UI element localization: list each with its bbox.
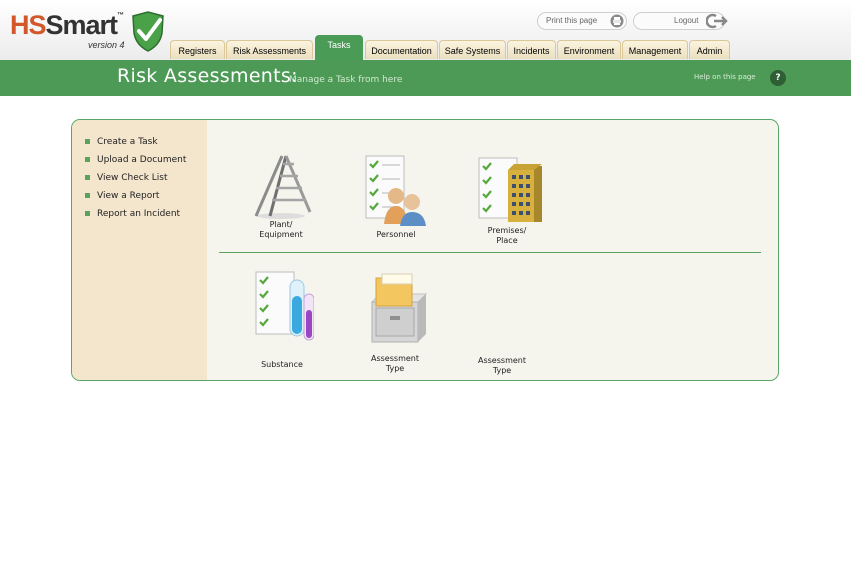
help-link[interactable]: Help on this page <box>694 73 756 81</box>
plant-equipment-item[interactable]: Plant/ Equipment <box>250 154 312 240</box>
file-cabinet-icon <box>370 273 428 343</box>
task-sidebar: Create a Task Upload a Document View Che… <box>72 120 207 380</box>
tab-risk-assessments[interactable]: Risk Assessments <box>226 40 313 59</box>
bullet-icon <box>85 157 90 162</box>
sidebar-item-view-report[interactable]: View a Report <box>85 189 186 207</box>
task-panel: Create a Task Upload a Document View Che… <box>71 119 779 381</box>
people-checklist-icon <box>365 155 426 226</box>
logout-icon <box>706 13 728 29</box>
assessment-type-item-2[interactable]: Assessment Type <box>472 356 532 376</box>
tab-management[interactable]: Management <box>622 40 688 59</box>
building-checklist-icon <box>478 157 542 222</box>
personnel-item[interactable]: Personnel <box>362 154 430 240</box>
sidebar-item-create-task[interactable]: Create a Task <box>85 135 186 153</box>
premises-place-item[interactable]: Premises/ Place <box>472 156 542 246</box>
logout-button[interactable]: Logout <box>633 12 728 30</box>
bullet-icon <box>85 175 90 180</box>
tab-safe-systems[interactable]: Safe Systems <box>439 40 506 59</box>
section-divider <box>219 252 761 253</box>
shield-check-icon <box>132 11 164 52</box>
page-title: Risk Assessments: <box>117 65 298 87</box>
tab-tasks[interactable]: Tasks <box>315 35 363 60</box>
app-header: HSSmart™ version 4 Print this page Logou… <box>0 0 851 60</box>
sidebar-item-report-incident[interactable]: Report an Incident <box>85 207 186 225</box>
bullet-icon <box>85 139 90 144</box>
tab-documentation[interactable]: Documentation <box>365 40 438 59</box>
tab-environment[interactable]: Environment <box>557 40 621 59</box>
bullet-icon <box>85 211 90 216</box>
print-page-button[interactable]: Print this page <box>537 12 627 30</box>
tab-registers[interactable]: Registers <box>170 40 225 59</box>
ladder-icon <box>254 155 312 219</box>
hssmart-logo: HSSmart™ <box>10 10 124 40</box>
substance-item[interactable]: Substance <box>250 270 314 370</box>
tab-incidents[interactable]: Incidents <box>507 40 556 59</box>
page-subtitle: Manage a Task from here <box>289 75 403 85</box>
logo-version: version 4 <box>88 40 125 50</box>
help-icon[interactable]: ? <box>770 70 786 86</box>
bullet-icon <box>85 193 90 198</box>
sidebar-item-view-check-list[interactable]: View Check List <box>85 171 186 189</box>
test-tubes-icon <box>255 271 314 341</box>
tab-admin[interactable]: Admin <box>689 40 730 59</box>
assessment-type-item-1[interactable]: Assessment Type <box>362 268 428 374</box>
sidebar-item-upload-document[interactable]: Upload a Document <box>85 153 186 171</box>
printer-icon <box>610 14 624 28</box>
